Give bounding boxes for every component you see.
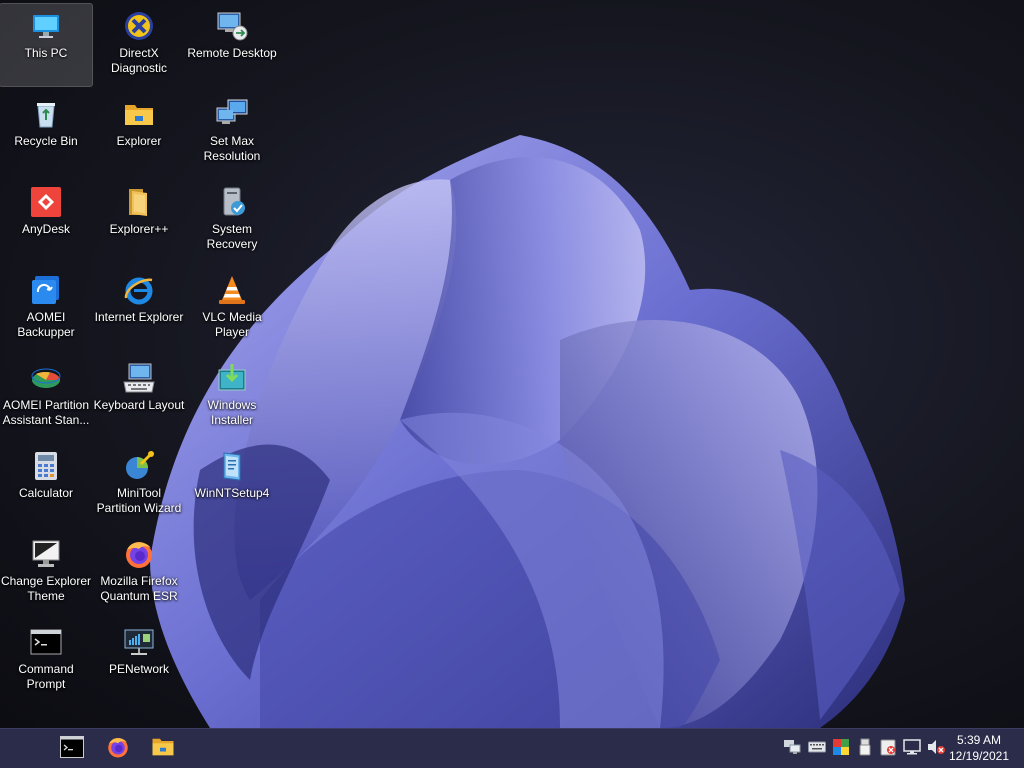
folder-icon: [122, 97, 156, 131]
theme-monitor-icon: [29, 537, 63, 571]
desktop: This PC Recycle Bin AnyDesk AOMEI Backup…: [0, 0, 1024, 728]
icon-label: Internet Explorer: [94, 310, 184, 324]
security-icon: [880, 738, 896, 761]
system-recovery-icon: [215, 185, 249, 219]
command-prompt-icon: [60, 735, 84, 763]
icon-label: System Recovery: [206, 222, 258, 251]
icon-label: AOMEI Partition Assistant Stan...: [2, 398, 90, 427]
desktop-icon-vlc-media-player[interactable]: VLC Media Player: [186, 268, 278, 350]
internet-explorer-icon: [122, 273, 156, 307]
icon-label: WinNTSetup4: [194, 486, 270, 500]
icon-label: AnyDesk: [21, 222, 71, 236]
aomei-partition-icon: [29, 361, 63, 395]
tray-color-button[interactable]: [831, 738, 851, 760]
desktop-icon-internet-explorer[interactable]: Internet Explorer: [93, 268, 185, 350]
desktop-icon-aomei-partition[interactable]: AOMEI Partition Assistant Stan...: [0, 356, 92, 438]
icon-label: This PC: [24, 46, 68, 60]
icon-label: AOMEI Backupper: [17, 310, 75, 339]
clock-date: 12/19/2021: [948, 749, 1010, 763]
taskbar: 5:39 AM 12/19/2021: [0, 728, 1024, 768]
desktop-icon-remote-desktop[interactable]: Remote Desktop: [186, 4, 278, 86]
desktop-icon-keyboard-layout[interactable]: Keyboard Layout: [93, 356, 185, 438]
monitor-icon: [29, 9, 63, 43]
icon-label: Keyboard Layout: [93, 398, 185, 412]
desktop-icon-winntsetup4[interactable]: WinNTSetup4: [186, 444, 278, 526]
tray-network-button[interactable]: [782, 739, 802, 759]
taskbar-firefox-button[interactable]: [104, 735, 132, 763]
network-icon: [122, 625, 156, 659]
icon-label: Windows Installer: [207, 398, 257, 427]
tray-volume-button[interactable]: [926, 739, 946, 759]
vlc-icon: [215, 273, 249, 307]
remote-desktop-icon: [215, 9, 249, 43]
icon-label: Change Explorer Theme: [0, 574, 92, 603]
windows-installer-icon: [215, 361, 249, 395]
desktop-icon-set-max-resolution[interactable]: Set Max Resolution: [186, 92, 278, 174]
tray-usb-button[interactable]: [855, 738, 875, 761]
usb-icon: [858, 738, 872, 761]
file-explorer-icon: [151, 736, 175, 763]
recycle-bin-icon: [29, 97, 63, 131]
desktop-icon-penetwork[interactable]: PENetwork: [93, 620, 185, 702]
desktop-icon-system-recovery[interactable]: System Recovery: [186, 180, 278, 262]
desktop-icon-this-pc[interactable]: This PC: [0, 3, 93, 87]
resolution-icon: [215, 97, 249, 131]
display-icon: [903, 738, 921, 760]
icon-label: PENetwork: [108, 662, 170, 676]
icon-label: Calculator: [18, 486, 74, 500]
desktop-icon-change-explorer-theme[interactable]: Change Explorer Theme: [0, 532, 92, 614]
winntsetup-icon: [215, 449, 249, 483]
taskbar-command-prompt-button[interactable]: [58, 735, 86, 763]
clock-time: 5:39 AM: [956, 733, 1002, 747]
color-icon: [833, 738, 849, 760]
keyboard-icon: [808, 740, 826, 758]
tray-display-button[interactable]: [902, 738, 922, 760]
icon-label: MiniTool Partition Wizard: [96, 486, 182, 515]
icon-label: Remote Desktop: [187, 46, 277, 60]
desktop-icon-anydesk[interactable]: AnyDesk: [0, 180, 92, 262]
icon-label: Set Max Resolution: [203, 134, 261, 163]
desktop-icon-explorer-plus-plus[interactable]: Explorer++: [93, 180, 185, 262]
aomei-backupper-icon: [29, 273, 63, 307]
firefox-icon: [106, 735, 130, 764]
network-icon: [783, 739, 801, 760]
keyboard-icon: [122, 361, 156, 395]
desktop-icon-explorer[interactable]: Explorer: [93, 92, 185, 174]
desktop-icon-directx-diagnostic[interactable]: DirectX Diagnostic: [93, 4, 185, 86]
folder-plus-icon: [122, 185, 156, 219]
taskbar-clock[interactable]: 5:39 AM 12/19/2021: [946, 732, 1012, 764]
icon-label: Explorer: [116, 134, 162, 148]
desktop-icon-windows-installer[interactable]: Windows Installer: [186, 356, 278, 438]
calculator-icon: [29, 449, 63, 483]
taskbar-file-explorer-button[interactable]: [149, 735, 177, 763]
desktop-icon-calculator[interactable]: Calculator: [0, 444, 92, 526]
desktop-icon-aomei-backupper[interactable]: AOMEI Backupper: [0, 268, 92, 350]
icon-label: VLC Media Player: [202, 310, 262, 339]
icon-label: Recycle Bin: [14, 134, 78, 148]
firefox-icon: [122, 537, 156, 571]
icon-label: Command Prompt: [18, 662, 74, 691]
desktop-icon-recycle-bin[interactable]: Recycle Bin: [0, 92, 92, 174]
minitool-icon: [122, 449, 156, 483]
icon-label: Explorer++: [109, 222, 169, 236]
volume-muted-icon: [927, 739, 945, 760]
icon-label: DirectX Diagnostic: [110, 46, 168, 75]
desktop-icon-command-prompt[interactable]: Command Prompt: [0, 620, 92, 702]
desktop-icon-minitool-partition-wizard[interactable]: MiniTool Partition Wizard: [93, 444, 185, 526]
tray-security-button[interactable]: [878, 739, 898, 759]
directx-icon: [122, 9, 156, 43]
anydesk-icon: [29, 185, 63, 219]
desktop-icon-mozilla-firefox[interactable]: Mozilla Firefox Quantum ESR: [93, 532, 185, 614]
icon-label: Mozilla Firefox Quantum ESR: [100, 574, 178, 603]
tray-keyboard-button[interactable]: [807, 739, 827, 759]
command-prompt-icon: [29, 625, 63, 659]
